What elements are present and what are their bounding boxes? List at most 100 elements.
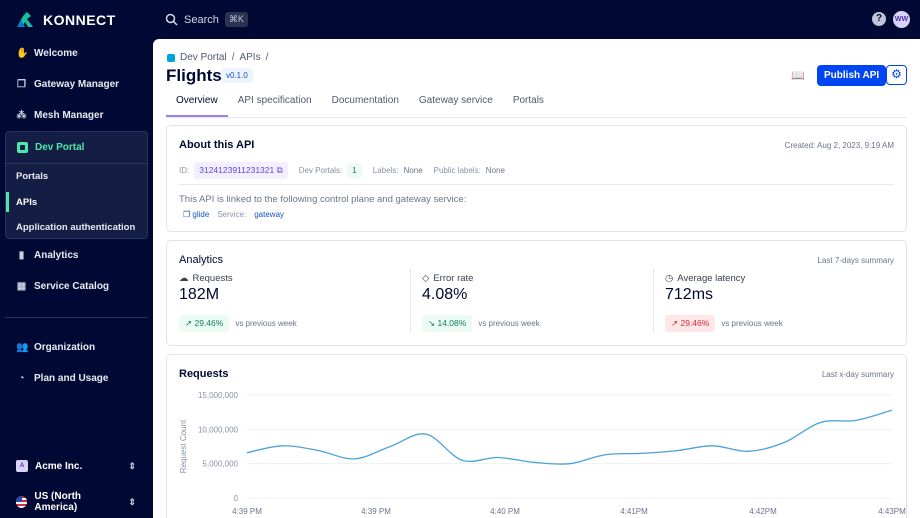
control-plane-link[interactable]: ❐ glide [183, 210, 209, 219]
stat-label: Average latency [677, 273, 746, 284]
separator: / [265, 52, 269, 63]
tab-documentation[interactable]: Documentation [322, 95, 409, 117]
vs-label: vs previous week [478, 319, 540, 328]
book-icon[interactable]: 📖 [791, 69, 805, 82]
y-axis-label: Request Count [179, 419, 188, 473]
stat-label: Error rate [433, 273, 474, 284]
sidebar-item-welcome[interactable]: ✋ Welcome [16, 48, 78, 59]
main-content: Dev Portal / APIs / Flights v0.1.0 📖 Pub… [153, 39, 920, 518]
gear-icon[interactable]: ⚙ [886, 65, 907, 85]
label: Welcome [34, 48, 78, 59]
created-date: Created: Aug 2, 2023, 9:19 AM [784, 141, 894, 150]
chevron-up-down-icon: ⇕ [128, 496, 136, 507]
us-flag-icon [16, 496, 28, 508]
sidebar-item-gateway-manager[interactable]: ❐ Gateway Manager [16, 79, 119, 90]
stat-value: 182M [179, 286, 220, 303]
delta-badge: ↗ 29.46% [179, 315, 230, 332]
api-id: 3124123911231321 [199, 165, 275, 175]
clock-icon: ◷ [665, 273, 674, 284]
people-icon: 👥 [16, 342, 29, 353]
linked-text: This API is linked to the following cont… [179, 194, 467, 205]
sidebar-item-plan-and-usage[interactable]: ◔ Plan and Usage [16, 373, 108, 384]
separator: / [231, 52, 235, 63]
avatar[interactable]: WW [893, 11, 910, 28]
logo[interactable]: KONNECT [15, 11, 116, 28]
x-tick-label: 4:40 PM [490, 507, 520, 516]
dev-portals-label: Dev Portals: [298, 166, 343, 175]
sidebar-item-dev-portal[interactable]: Dev Portal [17, 142, 84, 153]
search-icon [165, 13, 178, 26]
sidebar-item-organization[interactable]: 👥 Organization [16, 342, 95, 353]
tab-overview[interactable]: Overview [166, 95, 228, 117]
card-title: Analytics [179, 254, 224, 266]
sidebar-item-apis[interactable]: APIs [16, 197, 37, 208]
about-card: About this API Created: Aug 2, 2023, 9:1… [166, 125, 907, 232]
analytics-card: Analytics Last 7-days summary ☁ Requests … [166, 240, 907, 346]
public-labels-label: Public labels: [433, 166, 481, 175]
tab-portals[interactable]: Portals [503, 95, 554, 117]
sidebar-item-service-catalog[interactable]: ▦ Service Catalog [16, 281, 109, 292]
delta-badge: ↗ 29.46% [665, 315, 716, 332]
search-button[interactable]: Search ⌘K [165, 12, 248, 27]
question-circle-icon[interactable]: ? [872, 12, 886, 26]
y-tick-label: 0 [234, 494, 239, 503]
grid-icon: ▦ [16, 281, 27, 292]
tab-api-specification[interactable]: API specification [228, 95, 322, 117]
requests-series-line [246, 409, 893, 465]
divider [5, 317, 148, 318]
api-id-copy[interactable]: 3124123911231321 ⧉ [194, 162, 288, 179]
brand-name: KONNECT [43, 11, 116, 28]
sidebar-item-portals[interactable]: Portals [16, 171, 48, 182]
org-avatar: A [16, 460, 28, 472]
diamond-icon: ◇ [422, 273, 430, 284]
label: US (North America) [34, 491, 82, 513]
delta: 14.08% [437, 318, 467, 328]
sidebar-item-mesh-manager[interactable]: ⁂ Mesh Manager [16, 110, 104, 121]
tab-gateway-service[interactable]: Gateway service [409, 95, 503, 117]
tabs: Overview API specification Documentation… [166, 95, 554, 117]
delta-badge: ↘ 14.08% [422, 315, 473, 332]
label: Mesh Manager [34, 110, 104, 121]
requests-chart: 15,000,000 10,000,000 5,000,000 0 Request Co… [179, 391, 906, 516]
delta: 29.46% [680, 318, 710, 328]
sidebar-item-application-authentication[interactable]: Application authentication [16, 222, 135, 233]
stat-value: 712ms [665, 286, 714, 303]
label: Gateway Manager [34, 79, 120, 90]
breadcrumb-apis[interactable]: APIs [239, 52, 260, 63]
id-label: ID: [179, 166, 190, 175]
card-title: About this API [179, 139, 255, 151]
y-tick-label: 10,000,000 [198, 425, 239, 434]
version-badge: v0.1.0 [221, 68, 253, 83]
org-switcher[interactable]: A Acme Inc. ⇕ [16, 460, 136, 472]
x-tick-label: 4:39 PM [232, 507, 262, 516]
search-shortcut: ⌘K [224, 12, 248, 27]
linked-services: ❐ glide Service: gateway [183, 210, 284, 219]
top-bar: KONNECT Search ⌘K ? WW [0, 0, 920, 39]
breadcrumb-dev-portal[interactable]: Dev Portal [180, 52, 227, 63]
region-switcher[interactable]: US (North America) ⇕ [16, 491, 136, 513]
copy-icon: ⧉ [276, 165, 283, 175]
label: Plan and Usage [34, 373, 109, 384]
service-label: Service: [217, 210, 247, 219]
stat-label: Requests [192, 273, 233, 284]
x-tick-label: 4:41PM [620, 507, 648, 516]
publish-api-button[interactable]: Publish API [817, 65, 887, 86]
y-tick-label: 15,000,000 [198, 391, 239, 400]
control-plane-icon: ❐ [183, 210, 191, 219]
api-meta: ID: 3124123911231321 ⧉ Dev Portals: 1 La… [179, 162, 505, 179]
labels-label: Labels: [372, 166, 399, 175]
sidebar-item-analytics[interactable]: ▮ Analytics [16, 250, 79, 261]
sidebar: ✋ Welcome ❐ Gateway Manager ⁂ Mesh Manager … [0, 39, 153, 518]
label: Service Catalog [34, 281, 110, 292]
search-label: Search [184, 13, 219, 26]
dev-portals-count: 1 [347, 163, 362, 178]
delta: 29.46% [194, 318, 224, 328]
cloud-icon: ☁ [179, 273, 189, 284]
x-tick-label: 4:42PM [749, 507, 777, 516]
stat-average-latency: ◷ Average latency 712ms ↗ 29.46% vs previo… [665, 273, 895, 335]
summary-label: Last 7-days summary [817, 256, 894, 265]
mesh-icon: ⁂ [16, 110, 27, 121]
service-link[interactable]: gateway [254, 210, 284, 219]
x-tick-label: 4:43PM [878, 507, 906, 516]
gateway-icon: ❐ [17, 79, 26, 90]
